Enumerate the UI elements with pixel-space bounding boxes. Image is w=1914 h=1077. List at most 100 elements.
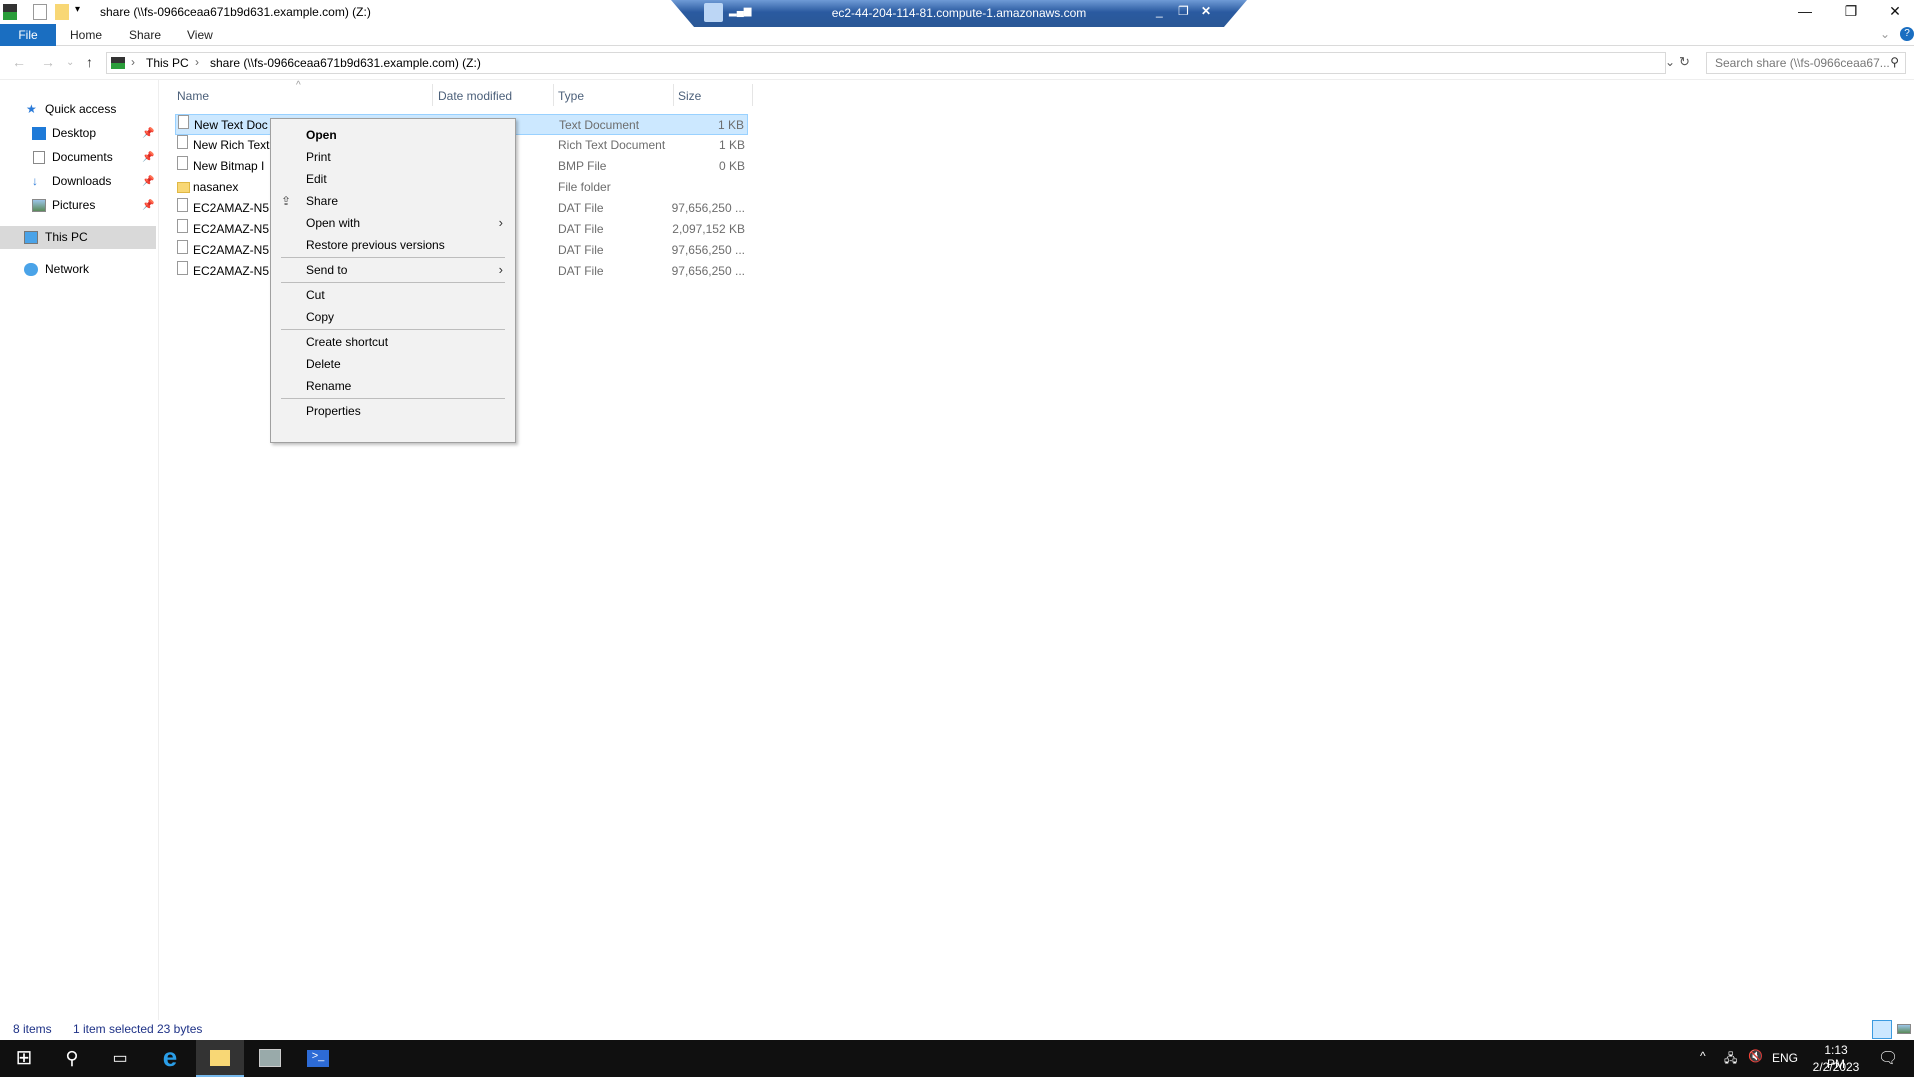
file-type: DAT File: [558, 243, 604, 257]
volume-muted-icon[interactable]: 🔇: [1748, 1049, 1763, 1063]
menu-item-create-shortcut[interactable]: Create shortcut: [273, 331, 513, 353]
breadcrumb-separator[interactable]: ›: [131, 55, 135, 69]
forward-button[interactable]: →: [41, 54, 55, 70]
search-input[interactable]: Search share (\\fs-0966ceaa67... ⚲: [1706, 52, 1906, 74]
menu-item-share[interactable]: Share ⇪: [273, 190, 513, 212]
sidebar-item-network[interactable]: Network: [0, 258, 156, 281]
selection-size: 23 bytes: [157, 1022, 203, 1036]
back-button[interactable]: ←: [12, 54, 26, 70]
rdp-minimize-button[interactable]: _: [1156, 4, 1163, 18]
up-button[interactable]: ↑: [86, 54, 93, 70]
tab-home[interactable]: Home: [70, 24, 102, 46]
menu-item-copy[interactable]: Copy: [273, 306, 513, 328]
sidebar-item-quick-access[interactable]: ★ Quick access: [0, 98, 156, 121]
server-manager-icon[interactable]: [246, 1040, 294, 1077]
menu-item-label: Properties: [306, 404, 361, 418]
column-divider[interactable]: [752, 84, 753, 106]
submenu-chevron-icon: ›: [498, 215, 503, 230]
sidebar-item-pictures[interactable]: Pictures 📌: [0, 194, 156, 217]
action-center-icon[interactable]: 🗨: [1878, 1048, 1898, 1068]
pin-icon: 📌: [142, 200, 155, 211]
recent-locations-icon[interactable]: ⌄: [66, 57, 74, 68]
file-name: EC2AMAZ-N5: [193, 222, 270, 236]
file-icon: [177, 261, 188, 275]
menu-item-label: Cut: [306, 288, 325, 302]
start-button[interactable]: ⊞: [0, 1040, 48, 1077]
tab-view[interactable]: View: [187, 24, 213, 46]
column-header-name[interactable]: Name: [177, 86, 209, 106]
drive-icon: [111, 57, 125, 69]
column-header-size[interactable]: Size: [678, 86, 701, 106]
customize-toolbar-chevron-icon[interactable]: ▾: [75, 4, 80, 15]
rdp-restore-button[interactable]: ❐: [1178, 4, 1189, 18]
search-button[interactable]: ⚲: [48, 1040, 96, 1077]
sidebar-item-documents[interactable]: Documents 📌: [0, 146, 156, 169]
documents-icon: [33, 151, 45, 164]
file-size: 1 KB: [717, 118, 744, 132]
refresh-button[interactable]: ↻: [1679, 54, 1690, 70]
menu-item-restore-previous-versions[interactable]: Restore previous versions: [273, 234, 513, 256]
menu-item-label: Share: [306, 194, 339, 208]
menu-separator: [281, 257, 505, 258]
breadcrumb-share[interactable]: share (\\fs-0966ceaa671b9d631.example.co…: [210, 56, 481, 70]
column-header-type[interactable]: Type: [558, 86, 584, 106]
desktop-icon: [32, 127, 46, 140]
search-placeholder: Search share (\\fs-0966ceaa67...: [1715, 56, 1890, 70]
clock-date[interactable]: 2/2/2023: [1808, 1060, 1864, 1074]
computer-icon: [24, 231, 38, 244]
file-type: BMP File: [558, 159, 607, 173]
downloads-icon: ↓: [32, 174, 38, 188]
menu-item-label: Delete: [306, 357, 341, 371]
file-icon: [177, 156, 188, 170]
prompt-icon: >_: [307, 1050, 329, 1067]
network-tray-icon[interactable]: 🖧: [1724, 1049, 1737, 1070]
tab-file[interactable]: File: [0, 24, 56, 46]
properties-icon[interactable]: [33, 4, 47, 20]
menu-item-cut[interactable]: Cut: [273, 284, 513, 306]
menu-item-send-to[interactable]: Send to ›: [273, 259, 513, 281]
internet-explorer-icon[interactable]: e: [146, 1040, 194, 1077]
column-divider[interactable]: [673, 84, 674, 106]
file-size: 97,656,250 ...: [671, 243, 745, 257]
rdp-close-button[interactable]: ✕: [1201, 4, 1211, 18]
column-divider[interactable]: [432, 84, 433, 106]
drive-icon: [3, 4, 17, 20]
sidebar-item-desktop[interactable]: Desktop 📌: [0, 122, 156, 145]
menu-item-open-with[interactable]: Open with ›: [273, 212, 513, 234]
menu-item-delete[interactable]: Delete: [273, 353, 513, 375]
powershell-icon[interactable]: >_: [294, 1040, 342, 1077]
menu-item-properties[interactable]: Properties: [273, 400, 513, 422]
sidebar-item-this-pc[interactable]: This PC: [0, 226, 156, 249]
address-bar[interactable]: › This PC › share (\\fs-0966ceaa671b9d63…: [106, 52, 1675, 74]
column-divider[interactable]: [553, 84, 554, 106]
file-icon: [177, 219, 188, 233]
close-button[interactable]: ✕: [1872, 0, 1914, 24]
menu-item-print[interactable]: Print: [273, 146, 513, 168]
file-name: EC2AMAZ-N5: [193, 264, 270, 278]
show-hidden-icons-button[interactable]: ^: [1700, 1049, 1706, 1063]
menu-item-rename[interactable]: Rename: [273, 375, 513, 397]
large-icons-view-button[interactable]: [1897, 1024, 1911, 1034]
pin-icon: 📌: [142, 128, 155, 139]
task-view-button[interactable]: ▭: [96, 1040, 144, 1077]
column-header-date-modified[interactable]: Date modified: [438, 86, 512, 106]
new-folder-icon[interactable]: [55, 4, 69, 20]
menu-item-edit[interactable]: Edit: [273, 168, 513, 190]
help-icon[interactable]: ?: [1900, 27, 1914, 41]
menu-item-open[interactable]: Open: [273, 124, 513, 146]
file-explorer-taskbar-button[interactable]: [196, 1040, 244, 1077]
expand-ribbon-icon[interactable]: ⌄: [1880, 27, 1890, 41]
details-view-button[interactable]: [1872, 1020, 1892, 1039]
sort-ascending-icon: ^: [296, 80, 301, 91]
breadcrumb-separator[interactable]: ›: [195, 55, 199, 69]
breadcrumb-this-pc[interactable]: This PC: [146, 56, 189, 70]
menu-item-label: Open with: [306, 216, 361, 230]
window-title: share (\\fs-0966ceaa671b9d631.example.co…: [100, 5, 371, 19]
address-dropdown-icon[interactable]: ⌄: [1665, 55, 1675, 69]
minimize-button[interactable]: —: [1782, 0, 1828, 24]
restore-button[interactable]: ❐: [1828, 0, 1874, 24]
file-type: Text Document: [559, 118, 640, 132]
input-language[interactable]: ENG: [1772, 1051, 1798, 1065]
tab-share[interactable]: Share: [129, 24, 161, 46]
sidebar-item-downloads[interactable]: ↓ Downloads 📌: [0, 170, 156, 193]
